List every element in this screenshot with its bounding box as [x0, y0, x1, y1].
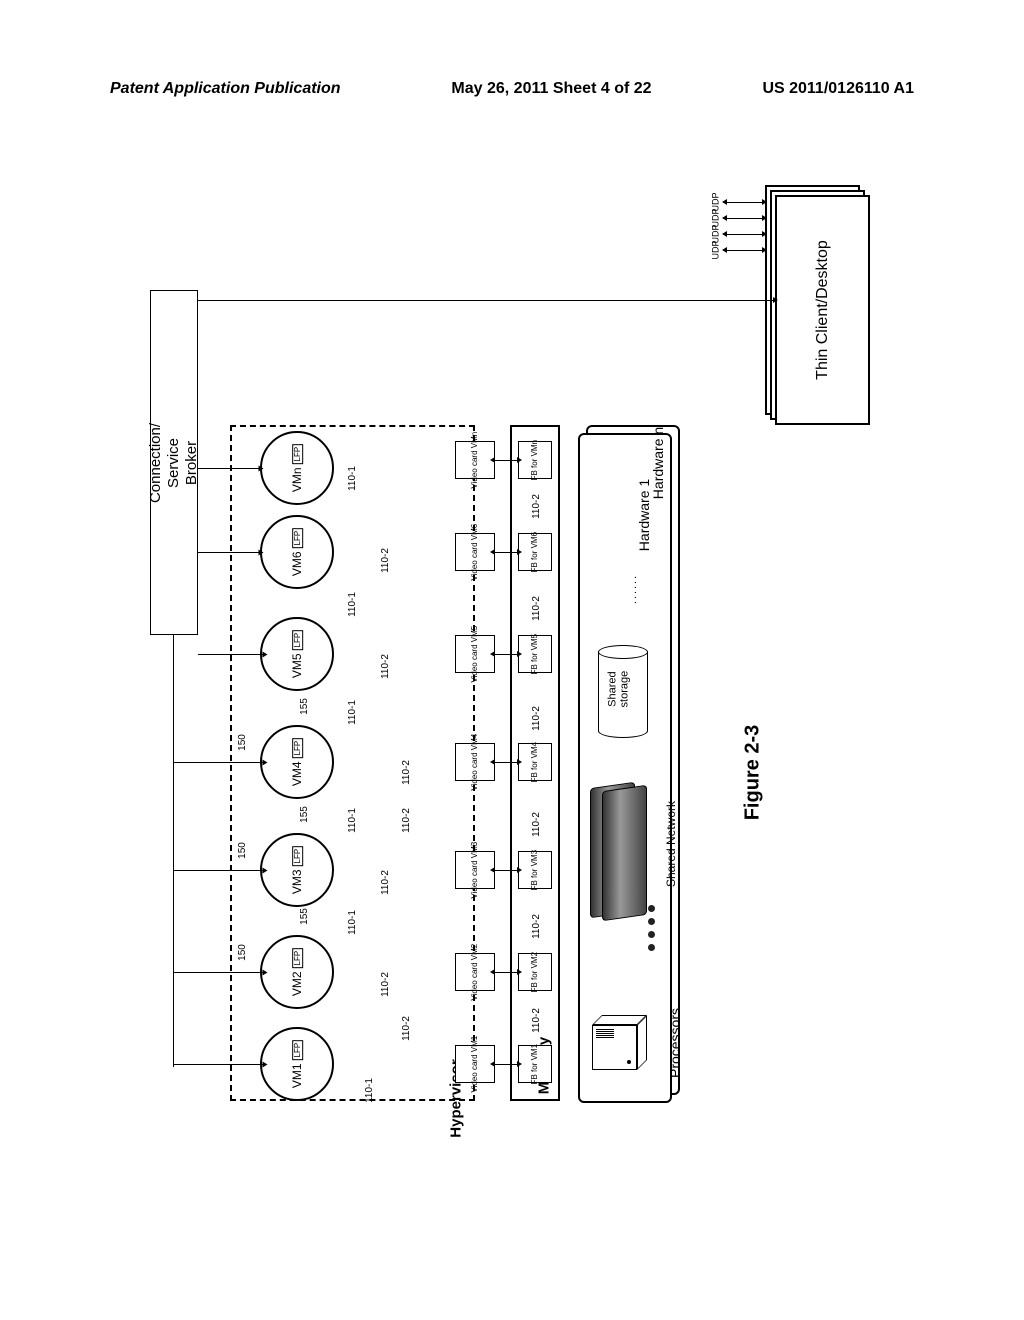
figure: Thin Client/Desktop UDP UDP UDP [150, 185, 880, 1105]
fb-vm6: FB for VM6 [518, 533, 552, 571]
conn-vm1 [173, 1064, 264, 1065]
client-card-front: Thin Client/Desktop [775, 195, 870, 425]
page-header: Patent Application Publication May 26, 2… [0, 0, 1024, 108]
udp-arrow-1: UDP [706, 197, 762, 207]
ref-110-2-f: 110-2 [380, 972, 391, 997]
udp-arrow-4: UDP [706, 245, 762, 255]
broker-trunk [173, 635, 174, 1067]
vcard-vm4: Video card VM4 [455, 743, 495, 781]
conn-vmn [198, 468, 260, 469]
vmn-circle: VMnLFP [260, 431, 334, 505]
ref-110-2-m2: 110-2 [531, 596, 542, 621]
hardware-n-label: Hardware n [650, 427, 666, 499]
ref-110-2-b: 110-2 [380, 654, 391, 679]
ref-155-a: 155 [299, 698, 310, 715]
ref-110-2-m3: 110-2 [531, 706, 542, 731]
conn-vm5 [198, 654, 264, 655]
vc-fb-arrow-2 [495, 972, 517, 973]
fb-vm1: FB for VM1 [518, 1045, 552, 1083]
fb-vm3: FB for VM3 [518, 851, 552, 889]
vm5-circle: VM5LFP [260, 617, 334, 691]
thin-client-stack: Thin Client/Desktop [765, 185, 870, 425]
vc-fb-arrow-n [495, 460, 517, 461]
udp-arrows: UDP UDP UDP UDP [706, 197, 762, 255]
vcard-vm2: Video card VM2 [455, 953, 495, 991]
fb-vm5: FB for VM5 [518, 635, 552, 673]
ref-110-2-d: 110-2 [401, 808, 412, 833]
vm1-circle: VM1LFP [260, 1027, 334, 1101]
ref-155-c: 155 [299, 908, 310, 925]
vc-fb-arrow-1 [495, 1064, 517, 1065]
vcard-vmn: Video card VMn [455, 441, 495, 479]
vc-fb-arrow-5 [495, 654, 517, 655]
fb-vmn: FB for VMn [518, 441, 552, 479]
conn-vm4 [173, 762, 264, 763]
udp-arrow-2: UDP [706, 213, 762, 223]
broker-client-line [198, 300, 773, 301]
header-left: Patent Application Publication [110, 80, 341, 98]
hw-card-front: Processors Shared Network Shared storage… [578, 433, 672, 1103]
vc-fb-arrow-4 [495, 762, 517, 763]
shared-network-label: Shared Network [664, 801, 678, 887]
ref-110-1-c: 110-1 [347, 700, 358, 725]
ref-110-2-c: 110-2 [401, 760, 412, 785]
vcard-vm5: Video card VM5 [455, 635, 495, 673]
ref-155-b: 155 [299, 806, 310, 823]
ref-110-2-m1: 110-2 [531, 494, 542, 519]
ref-110-1-e: 110-1 [347, 910, 358, 935]
header-right: US 2011/0126110 A1 [762, 80, 914, 98]
vcard-vm3: Video card VM3 [455, 851, 495, 889]
service-broker-box: Connection/ Service Broker [150, 290, 198, 635]
fb-vm2: FB for VM2 [518, 953, 552, 991]
vcard-vm1: Video card VM1 [455, 1045, 495, 1083]
service-broker-label: Connection/ Service Broker [147, 422, 201, 502]
ref-110-2-m4: 110-2 [531, 812, 542, 837]
processors-icon [592, 1015, 662, 1085]
header-center: May 26, 2011 Sheet 4 of 22 [451, 80, 651, 98]
ref-110-2-e: 110-2 [380, 870, 391, 895]
client-label: Thin Client/Desktop [814, 240, 832, 380]
fb-vm4: FB for VM4 [518, 743, 552, 781]
vm3-circle: VM3LFP [260, 833, 334, 907]
ref-110-1-d: 110-1 [347, 808, 358, 833]
ref-150-b: 150 [237, 842, 248, 859]
ref-110-1-a: 110-1 [347, 466, 358, 491]
udp-arrow-3: UDP [706, 229, 762, 239]
ref-110-1-b: 110-1 [347, 592, 358, 617]
ref-110-1-f: 110-1 [364, 1078, 375, 1103]
vm6-circle: VM6LFP [260, 515, 334, 589]
figure-label: Figure 2-3 [741, 725, 764, 821]
conn-vm3 [173, 870, 264, 871]
vc-fb-arrow-6 [495, 552, 517, 553]
shared-network-icon [590, 785, 665, 945]
ref-110-2-g: 110-2 [401, 1016, 412, 1041]
vm2-circle: VM2LFP [260, 935, 334, 1009]
conn-vm2 [173, 972, 264, 973]
shared-storage-icon: Shared storage [590, 645, 660, 737]
vc-fb-arrow-3 [495, 870, 517, 871]
ref-110-2-a: 110-2 [380, 548, 391, 573]
ref-150-a: 150 [237, 734, 248, 751]
vm4-circle: VM4LFP [260, 725, 334, 799]
vcard-vm6: Video card VM6 [455, 533, 495, 571]
processors-label: Processors [667, 1008, 683, 1078]
ref-110-2-m5: 110-2 [531, 914, 542, 939]
conn-vm6 [198, 552, 260, 553]
hw-ellipsis: ...... [627, 574, 639, 604]
ref-110-2-m6: 110-2 [531, 1008, 542, 1033]
ref-150-c: 150 [237, 944, 248, 961]
